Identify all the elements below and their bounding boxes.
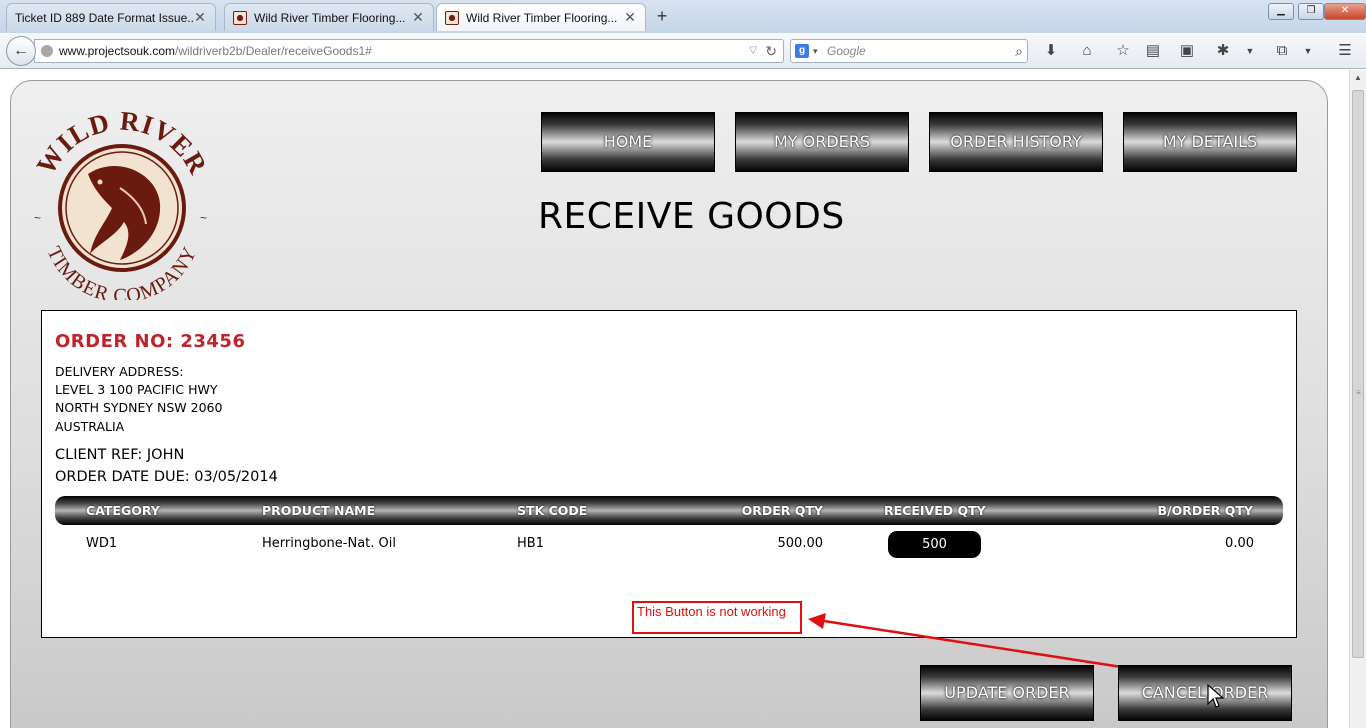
annotation-callout: This Button is not working [632,601,802,634]
chevron-down-icon[interactable]: ▼ [1240,41,1260,61]
received-qty-input[interactable]: 500 [888,531,981,558]
address-line: NORTH SYDNEY NSW 2060 [55,400,223,415]
reload-icon[interactable]: ↻ [765,40,777,62]
cell-stk-code: HB1 [517,536,544,551]
header-product-name: PRODUCT NAME [262,503,376,518]
order-details-panel: ORDER NO: 23456 DELIVERY ADDRESS: LEVEL … [41,310,1297,638]
mouse-cursor-icon [1207,684,1225,708]
cell-category: WD1 [86,536,118,551]
grip-icon: ≡ [1356,388,1361,397]
header-stk-code: STK CODE [517,503,588,518]
nav-order-history-button[interactable]: ORDER HISTORY [929,112,1103,172]
svg-text:~: ~ [200,211,207,225]
chevron-down-icon[interactable]: ▾ [813,40,818,62]
window-close-button[interactable]: ✕ [1324,3,1366,20]
home-icon[interactable]: ⌂ [1077,41,1097,61]
download-icon[interactable]: ⬇ [1041,41,1061,61]
cancel-order-button[interactable]: CANCEL ORDER [1118,665,1292,721]
globe-icon [41,45,53,57]
chevron-down-icon[interactable]: ▽ [749,40,757,62]
menu-icon[interactable]: ☰ [1335,41,1355,61]
new-tab-button[interactable]: + [652,6,672,26]
search-input[interactable]: g ▾ Google ⌕ [790,39,1028,63]
update-order-button[interactable]: UPDATE ORDER [920,665,1094,721]
search-icon[interactable]: ⌕ [1015,40,1023,62]
address-line: AUSTRALIA [55,419,125,434]
scroll-thumb[interactable]: ≡ [1352,90,1364,658]
client-ref: CLIENT REF: JOHN [55,447,185,463]
nav-my-details-button[interactable]: MY DETAILS [1123,112,1297,172]
url-domain: www.projectsouk.com [59,44,176,58]
browser-toolbar: www.projectsouk.com/wildriverb2b/Dealer/… [0,33,1366,69]
tab-title: Wild River Timber Flooring... [466,10,618,25]
svg-text:~: ~ [34,211,41,225]
address-bar[interactable]: www.projectsouk.com/wildriverb2b/Dealer/… [34,39,784,63]
favicon-icon [233,10,247,25]
browser-tab-bar: Ticket ID 889 Date Format Issue... ✕ Wil… [0,0,1366,33]
header-order-qty: ORDER QTY [741,503,823,518]
developer-icon[interactable]: ⧉ [1272,41,1292,61]
cell-product-name: Herringbone-Nat. Oil [262,536,396,551]
order-date-due: ORDER DATE DUE: 03/05/2014 [55,469,278,485]
tab-wild-river-2[interactable]: Wild River Timber Flooring... ✕ [436,3,646,31]
header-border-qty: B/ORDER QTY [1157,503,1253,518]
tab-ticket[interactable]: Ticket ID 889 Date Format Issue... ✕ [6,3,216,31]
chevron-down-icon[interactable]: ▼ [1298,41,1318,61]
scroll-up-arrow[interactable]: ▲ [1350,70,1366,86]
restore-button[interactable]: ❐ [1298,3,1324,20]
url-path: /wildriverb2b/Dealer/receiveGoods1# [175,44,372,58]
cell-border-qty: 0.00 [1225,536,1254,551]
header-category: CATEGORY [86,503,160,518]
minimize-button[interactable]: ▁ [1268,3,1294,20]
nav-my-orders-button[interactable]: MY ORDERS [735,112,909,172]
close-icon[interactable]: ✕ [193,9,207,26]
page-scrollbar[interactable]: ▲ ≡ [1349,70,1366,728]
tab-title: Ticket ID 889 Date Format Issue... [15,10,193,25]
close-icon[interactable]: ✕ [623,9,637,26]
reading-list-icon[interactable]: ▤ [1143,41,1163,61]
page-title: RECEIVE GOODS [538,196,845,237]
tab-wild-river-1[interactable]: Wild River Timber Flooring... ✕ [224,3,434,31]
tab-title: Wild River Timber Flooring... [254,10,406,25]
bookmark-star-icon[interactable]: ☆ [1113,41,1133,61]
header-received-qty: RECEIVED QTY [884,503,986,518]
close-icon[interactable]: ✕ [411,9,425,26]
favicon-icon [445,10,459,25]
address-line: LEVEL 3 100 PACIFIC HWY [55,382,218,397]
cell-order-qty: 500.00 [777,536,824,551]
search-placeholder: Google [827,44,866,58]
nav-home-button[interactable]: HOME [541,112,715,172]
google-icon: g [795,44,809,58]
back-button[interactable]: ← [6,36,36,66]
addon-icon[interactable]: ▣ [1177,41,1197,61]
firebug-icon[interactable]: ✱ [1213,41,1233,61]
wild-river-logo: WILD RIVER TIMBER COMPANY ~ ~ [31,105,213,300]
order-number: ORDER NO: 23456 [55,331,246,352]
delivery-address-label: DELIVERY ADDRESS: [55,364,184,379]
table-header: CATEGORY PRODUCT NAME STK CODE ORDER QTY… [55,496,1283,525]
